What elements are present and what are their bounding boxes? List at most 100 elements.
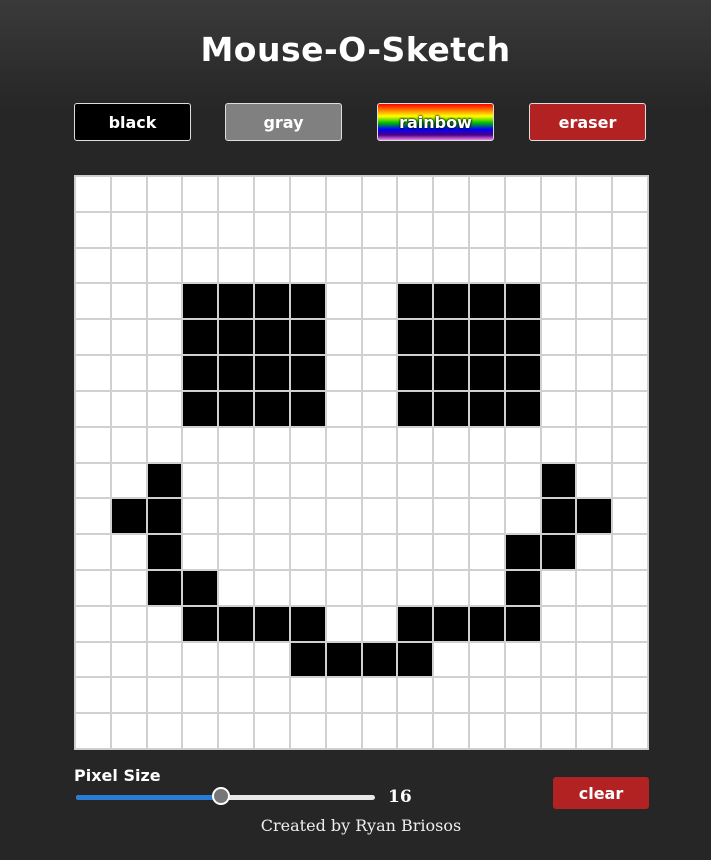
grid-cell[interactable] [218,605,255,642]
grid-cell[interactable] [540,247,577,284]
grid-cell[interactable] [254,283,290,320]
grid-cell[interactable] [612,319,648,356]
clear-button[interactable]: clear [553,777,649,809]
grid-cell[interactable] [504,641,541,678]
grid-cell[interactable] [146,176,183,212]
grid-cell[interactable] [218,498,255,535]
grid-cell[interactable] [182,462,219,499]
grid-cell[interactable] [289,176,326,212]
grid-cell[interactable] [468,569,505,606]
grid-cell[interactable] [75,211,111,248]
grid-cell[interactable] [146,569,183,606]
grid-cell[interactable] [361,390,398,427]
grid-cell[interactable] [576,211,613,248]
grid-cell[interactable] [540,713,577,749]
grid-cell[interactable] [397,462,434,499]
grid-cell[interactable] [468,713,505,749]
grid-cell[interactable] [110,713,147,749]
grid-cell[interactable] [361,534,398,570]
grid-cell[interactable] [361,247,398,284]
grid-cell[interactable] [397,355,434,391]
grid-cell[interactable] [468,605,505,642]
grid-cell[interactable] [75,390,111,427]
grid-cell[interactable] [433,641,469,678]
grid-cell[interactable] [218,426,255,463]
grid-cell[interactable] [361,677,398,714]
grid-cell[interactable] [289,211,326,248]
grid-cell[interactable] [612,605,648,642]
grid-cell[interactable] [218,355,255,391]
grid-cell[interactable] [468,247,505,284]
grid-cell[interactable] [289,462,326,499]
grid-cell[interactable] [576,569,613,606]
grid-cell[interactable] [182,390,219,427]
grid-cell[interactable] [75,355,111,391]
grid-cell[interactable] [397,176,434,212]
grid-cell[interactable] [182,355,219,391]
grid-cell[interactable] [433,390,469,427]
grid-cell[interactable] [254,390,290,427]
grid-cell[interactable] [254,677,290,714]
grid-cell[interactable] [612,641,648,678]
grid-cell[interactable] [397,605,434,642]
grid-cell[interactable] [397,534,434,570]
grid-cell[interactable] [289,247,326,284]
grid-cell[interactable] [325,283,362,320]
grid-cell[interactable] [325,176,362,212]
grid-cell[interactable] [110,677,147,714]
grid-cell[interactable] [182,605,219,642]
grid-cell[interactable] [504,319,541,356]
grid-cell[interactable] [361,498,398,535]
grid-cell[interactable] [504,355,541,391]
grid-cell[interactable] [325,641,362,678]
grid-cell[interactable] [468,677,505,714]
grid-cell[interactable] [218,534,255,570]
grid-cell[interactable] [397,641,434,678]
grid-cell[interactable] [468,319,505,356]
grid-cell[interactable] [218,319,255,356]
grid-cell[interactable] [325,498,362,535]
grid-cell[interactable] [254,605,290,642]
grid-cell[interactable] [110,498,147,535]
grid-cell[interactable] [540,569,577,606]
grid-cell[interactable] [612,498,648,535]
grid-cell[interactable] [576,462,613,499]
grid-cell[interactable] [397,677,434,714]
grid-cell[interactable] [397,247,434,284]
grid-cell[interactable] [325,319,362,356]
grid-cell[interactable] [254,247,290,284]
grid-cell[interactable] [289,569,326,606]
grid-cell[interactable] [182,641,219,678]
grid-cell[interactable] [576,677,613,714]
grid-cell[interactable] [182,319,219,356]
grid-cell[interactable] [612,713,648,749]
grid-cell[interactable] [146,677,183,714]
grid-cell[interactable] [576,176,613,212]
grid-cell[interactable] [75,605,111,642]
grid-cell[interactable] [325,426,362,463]
grid-cell[interactable] [254,713,290,749]
sketch-grid[interactable] [74,175,649,750]
grid-cell[interactable] [540,283,577,320]
grid-cell[interactable] [289,713,326,749]
grid-cell[interactable] [397,569,434,606]
grid-cell[interactable] [325,211,362,248]
grid-cell[interactable] [433,569,469,606]
grid-cell[interactable] [75,534,111,570]
grid-cell[interactable] [504,390,541,427]
grid-cell[interactable] [504,247,541,284]
grid-cell[interactable] [289,677,326,714]
grid-cell[interactable] [146,390,183,427]
grid-cell[interactable] [576,498,613,535]
grid-cell[interactable] [146,247,183,284]
grid-cell[interactable] [504,605,541,642]
grid-cell[interactable] [576,605,613,642]
grid-cell[interactable] [504,426,541,463]
grid-cell[interactable] [325,390,362,427]
grid-cell[interactable] [504,498,541,535]
grid-cell[interactable] [504,176,541,212]
grid-cell[interactable] [325,713,362,749]
grid-cell[interactable] [504,283,541,320]
grid-cell[interactable] [576,534,613,570]
grid-cell[interactable] [612,569,648,606]
